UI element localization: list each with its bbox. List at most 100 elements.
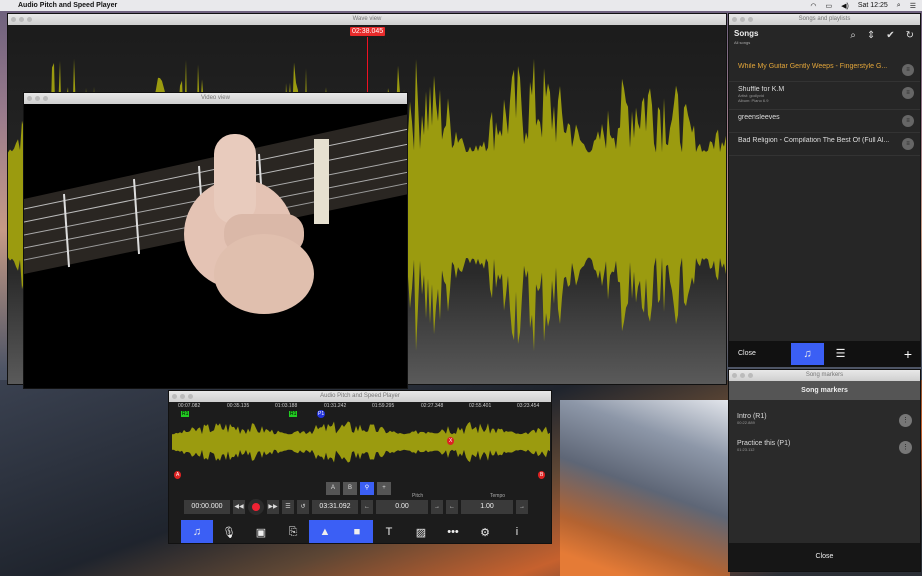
marker-name: Intro (R1): [737, 413, 767, 420]
menu-bar: Audio Pitch and Speed Player ◠ ▭ ◀) Sat …: [0, 0, 922, 11]
refresh-icon[interactable]: ↻: [906, 30, 914, 41]
window-controls[interactable]: [27, 96, 48, 101]
save-icon[interactable]: ▣: [245, 520, 277, 543]
ruler-tick: 02:55.401: [469, 403, 492, 409]
transport-controls: 00:00.000 ◀◀ ▶▶ ☰ ↺ 03:31.092 ← 0.00 → ←…: [184, 499, 539, 515]
songs-footer: Close ♫ ☰ +: [729, 341, 920, 366]
wifi-icon[interactable]: ◠: [810, 2, 816, 10]
list-item[interactable]: greensleeves ≡: [729, 110, 920, 133]
checkmark-icon[interactable]: ✔: [886, 30, 894, 41]
ab-loop-controls: A B ⚲ +: [326, 482, 391, 495]
markers-titlebar[interactable]: Song markers: [729, 370, 920, 381]
pin-icon[interactable]: ⚲: [360, 482, 374, 495]
playlists-tab-list-icon[interactable]: ☰: [824, 343, 857, 365]
ruler-tick: 01:03.188: [275, 403, 298, 409]
bottom-toolbar: ♫ 🎙 ▣ ⎘ ▲ ■ T ▨ ••• ⚙ i: [181, 520, 533, 543]
text-icon[interactable]: T: [373, 520, 405, 543]
songs-tab-music-icon[interactable]: ♫: [791, 342, 824, 365]
set-a-button[interactable]: A: [326, 482, 340, 495]
marker-r1-end[interactable]: R1: [289, 411, 298, 417]
close-button[interactable]: Close: [729, 543, 920, 571]
markers-heading: Song markers: [729, 381, 920, 400]
songs-titlebar[interactable]: Songs and playlists: [729, 14, 920, 25]
gear-icon[interactable]: ⚙: [469, 520, 501, 543]
add-icon[interactable]: +: [904, 346, 912, 362]
marker-time: 01:23.112: [737, 447, 755, 452]
ruler-tick: 02:27.348: [421, 403, 444, 409]
menu-icon[interactable]: ≡: [902, 64, 914, 76]
window-controls[interactable]: [732, 373, 753, 378]
tempo-value[interactable]: 1.00: [461, 500, 513, 514]
ruler-tick: 03:23.454: [517, 403, 540, 409]
video-view-window: Video view: [23, 92, 408, 389]
more-icon[interactable]: •••: [437, 520, 469, 543]
window-title: Video view: [201, 95, 230, 101]
menu-icon[interactable]: ≡: [902, 115, 914, 127]
record-button[interactable]: [248, 499, 264, 515]
list-item[interactable]: While My Guitar Gently Weeps - Fingersty…: [729, 59, 920, 82]
tempo-down-icon[interactable]: ←: [446, 500, 458, 514]
menu-icon[interactable]: ≡: [902, 138, 914, 150]
video-view-titlebar[interactable]: Video view: [24, 93, 407, 104]
song-title: While My Guitar Gently Weeps - Fingersty…: [738, 63, 888, 70]
fast-forward-icon[interactable]: ▶▶: [267, 500, 279, 514]
songs-window: Songs and playlists Songs All songs ⌕ ⇕ …: [728, 13, 921, 367]
pitch-value[interactable]: 0.00: [376, 500, 428, 514]
search-icon[interactable]: ⌕: [850, 30, 856, 41]
more-icon[interactable]: ⋮: [899, 441, 912, 454]
set-b-button[interactable]: B: [343, 482, 357, 495]
pitch-down-icon[interactable]: ←: [361, 500, 373, 514]
menu-icon[interactable]: ≡: [902, 87, 914, 99]
window-title: Wave view: [352, 16, 382, 22]
export-file-icon[interactable]: ⎘: [277, 520, 309, 543]
clock[interactable]: Sat 12:25: [858, 2, 888, 9]
song-title: Shuffle for K.M: [738, 86, 785, 93]
marker-b[interactable]: B: [538, 471, 546, 479]
markers-window: Song markers Song markers Intro (R1) 00:…: [728, 369, 921, 572]
settings-sliders-icon[interactable]: ☰: [282, 500, 294, 514]
more-icon[interactable]: ⋮: [899, 414, 912, 427]
marker-r1-start[interactable]: R1: [181, 411, 190, 417]
wave-view-titlebar[interactable]: Wave view: [8, 14, 726, 25]
window-controls[interactable]: [172, 394, 193, 399]
app-name[interactable]: Audio Pitch and Speed Player: [18, 2, 117, 9]
window-title: Audio Pitch and Speed Player: [320, 393, 400, 399]
desktop-wallpaper-peak: [560, 400, 730, 576]
add-marker-button[interactable]: +: [377, 482, 391, 495]
volume-icon[interactable]: ◀): [841, 2, 849, 10]
window-controls[interactable]: [11, 17, 32, 22]
microphone-icon[interactable]: 🎙: [213, 520, 245, 543]
pitch-up-icon[interactable]: →: [431, 500, 443, 514]
guitar-video-image: [24, 104, 407, 388]
waveform-shape: [172, 421, 550, 463]
info-icon[interactable]: i: [501, 520, 533, 543]
search-icon[interactable]: ⌕: [897, 2, 901, 10]
songs-music-icon[interactable]: ♫: [181, 520, 213, 543]
rewind-icon[interactable]: ◀◀: [233, 500, 245, 514]
video-frame[interactable]: [24, 104, 407, 388]
marker-p1[interactable]: P1: [317, 410, 326, 418]
window-controls[interactable]: [732, 17, 753, 22]
marker-name: Practice this (P1): [737, 440, 791, 447]
marker-item[interactable]: Practice this (P1) 01:23.112 ⋮: [729, 435, 920, 462]
notifications-icon[interactable]: ☰: [910, 2, 916, 10]
sort-icon[interactable]: ⇕: [867, 30, 875, 41]
list-item[interactable]: Shuffle for K.M Artist: godlyvid Album: …: [729, 82, 920, 110]
wave-view-icon[interactable]: ▲: [309, 520, 341, 543]
image-icon[interactable]: ▨: [405, 520, 437, 543]
loop-icon[interactable]: ↺: [297, 500, 309, 514]
player-titlebar[interactable]: Audio Pitch and Speed Player: [169, 391, 551, 402]
window-title: Song markers: [805, 372, 844, 378]
ruler-tick: 01:31.242: [324, 403, 347, 409]
marker-item[interactable]: Intro (R1) 00:22.889 ⋮: [729, 408, 920, 435]
list-item[interactable]: Bad Religion - Compilation The Best Of (…: [729, 133, 920, 156]
song-title: greensleeves: [738, 114, 780, 121]
close-button[interactable]: Close: [729, 350, 791, 357]
video-view-icon[interactable]: ■: [341, 520, 373, 543]
marker-a[interactable]: A: [174, 471, 182, 479]
position-display[interactable]: 00:00.000: [184, 500, 230, 514]
airplay-icon[interactable]: ▭: [825, 2, 832, 10]
tempo-up-icon[interactable]: →: [516, 500, 528, 514]
ruler-tick: 00:07.082: [178, 403, 201, 409]
player-waveform[interactable]: [172, 411, 550, 473]
